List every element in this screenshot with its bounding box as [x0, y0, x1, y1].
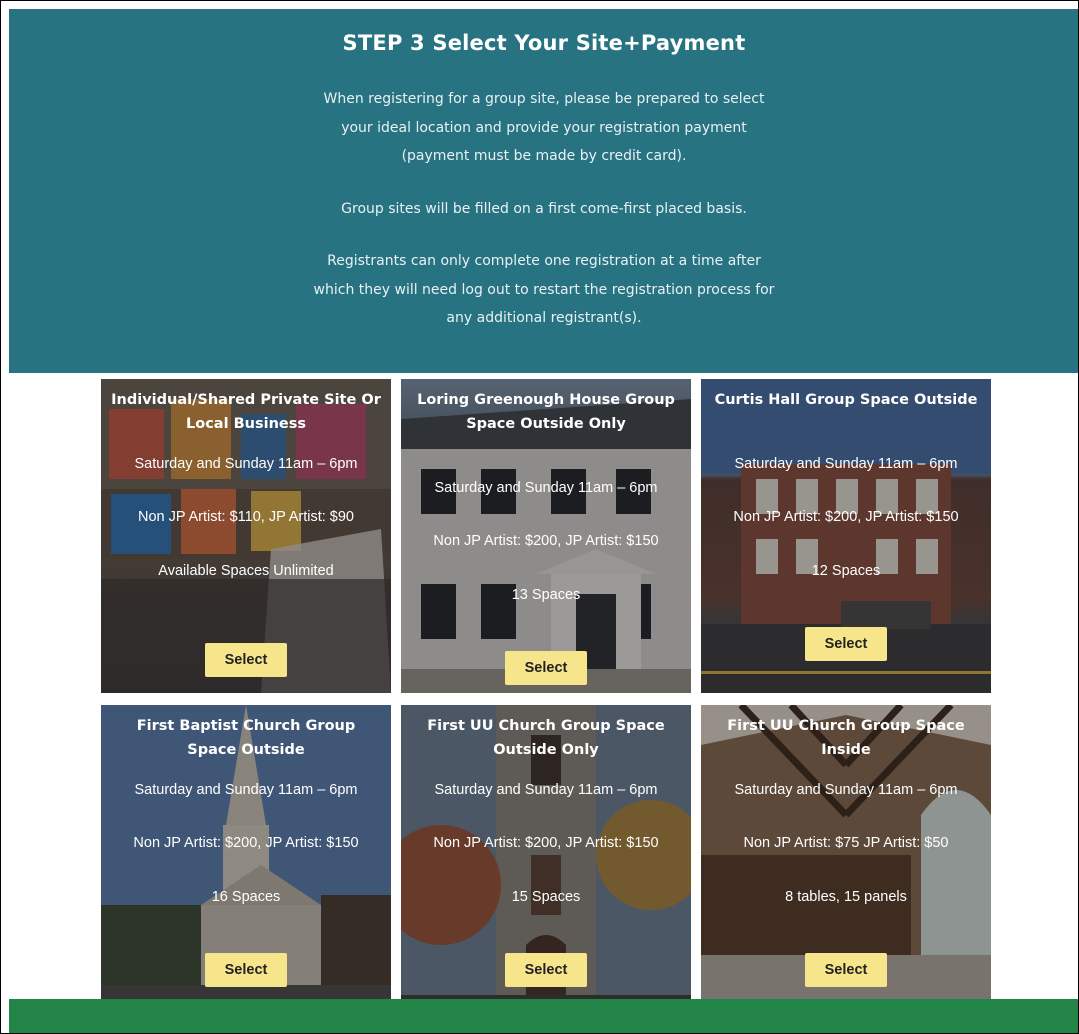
select-button-first-baptist[interactable]: Select	[205, 953, 287, 987]
card-spaces: 15 Spaces	[511, 889, 581, 905]
card-price: Non JP Artist: $110, JP Artist: $90	[137, 509, 354, 525]
card-content: Individual/Shared Private Site Or Local …	[101, 379, 391, 693]
page-title: STEP 3 Select Your Site+Payment	[342, 31, 746, 55]
card-spaces: 12 Spaces	[811, 563, 881, 579]
card-price: Non JP Artist: $200, JP Artist: $150	[133, 835, 359, 851]
card-content: First Baptist Church Group Space Outside…	[101, 705, 391, 1019]
card-price: Non JP Artist: $200, JP Artist: $150	[433, 835, 659, 851]
intro-paragraph-3: Registrants can only complete one regist…	[313, 253, 775, 326]
site-card-individual: Individual/Shared Private Site Or Local …	[101, 379, 391, 693]
card-spaces: 13 Spaces	[511, 587, 581, 603]
card-price: Non JP Artist: $200, JP Artist: $150	[433, 533, 659, 549]
select-button-first-uu-inside[interactable]: Select	[805, 953, 887, 987]
select-button-curtis-hall[interactable]: Select	[805, 627, 887, 661]
site-card-curtis-hall: Curtis Hall Group Space Outside Saturday…	[701, 379, 991, 693]
intro-paragraph-2: Group sites will be filled on a first co…	[341, 200, 747, 217]
card-hours: Saturday and Sunday 11am – 6pm	[734, 782, 958, 798]
card-content: Curtis Hall Group Space Outside Saturday…	[701, 379, 991, 693]
step-header: STEP 3 Select Your Site+Payment When reg…	[9, 9, 1078, 373]
card-price: Non JP Artist: $75 JP Artist: $50	[743, 835, 949, 851]
card-title: First UU Church Group Space Inside	[727, 718, 965, 758]
card-hours: Saturday and Sunday 11am – 6pm	[434, 782, 658, 798]
card-hours: Saturday and Sunday 11am – 6pm	[134, 456, 358, 472]
card-content: First UU Church Group Space Outside Only…	[401, 705, 691, 1019]
site-card-first-baptist: First Baptist Church Group Space Outside…	[101, 705, 391, 1019]
card-title: Loring Greenough House Group Space Outsi…	[417, 392, 675, 432]
card-spaces: Available Spaces Unlimited	[158, 563, 334, 579]
site-card-first-uu-inside: First UU Church Group Space Inside Satur…	[701, 705, 991, 1019]
intro-paragraph-1: When registering for a group site, pleas…	[323, 91, 765, 164]
intro-text: When registering for a group site, pleas…	[9, 85, 1078, 357]
select-button-loring-greenough[interactable]: Select	[505, 651, 587, 685]
select-button-first-uu-outside[interactable]: Select	[505, 953, 587, 987]
card-title: Curtis Hall Group Space Outside	[714, 392, 978, 408]
site-grid: Individual/Shared Private Site Or Local …	[101, 379, 991, 1019]
card-title: Individual/Shared Private Site Or Local …	[111, 392, 381, 432]
site-card-first-uu-outside: First UU Church Group Space Outside Only…	[401, 705, 691, 1019]
card-title: First Baptist Church Group Space Outside	[136, 718, 356, 758]
card-price: Non JP Artist: $200, JP Artist: $150	[733, 509, 959, 525]
footer-bar	[9, 999, 1078, 1033]
page-frame: STEP 3 Select Your Site+Payment When reg…	[0, 0, 1079, 1034]
card-hours: Saturday and Sunday 11am – 6pm	[434, 480, 658, 496]
card-content: Loring Greenough House Group Space Outsi…	[401, 379, 691, 693]
card-hours: Saturday and Sunday 11am – 6pm	[734, 456, 958, 472]
select-button-individual[interactable]: Select	[205, 643, 287, 677]
site-card-loring-greenough: Loring Greenough House Group Space Outsi…	[401, 379, 691, 693]
card-hours: Saturday and Sunday 11am – 6pm	[134, 782, 358, 798]
card-content: First UU Church Group Space Inside Satur…	[701, 705, 991, 1019]
card-title: First UU Church Group Space Outside Only	[427, 718, 665, 758]
card-spaces: 16 Spaces	[211, 889, 281, 905]
card-spaces: 8 tables, 15 panels	[785, 889, 907, 905]
